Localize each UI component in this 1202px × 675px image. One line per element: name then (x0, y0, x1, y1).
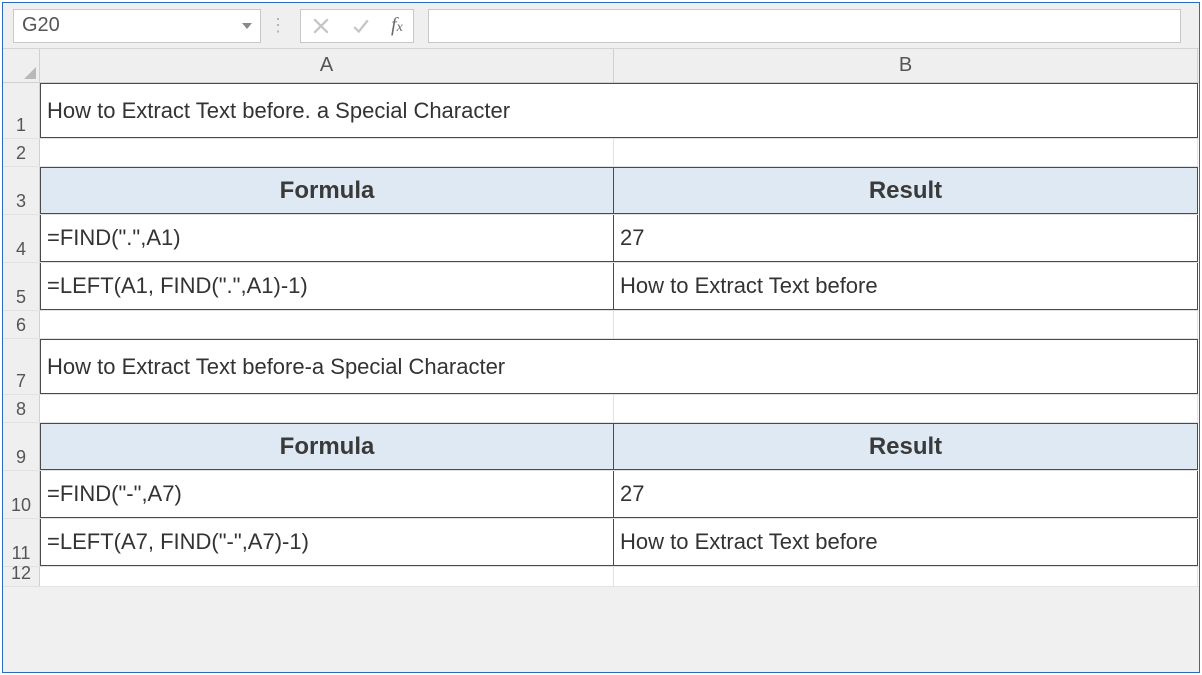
worksheet-grid: A B 1 How to Extract Text before. a Spec… (3, 49, 1199, 587)
drag-handle-icon[interactable]: ⋮ (269, 15, 286, 36)
row-header[interactable]: 2 (3, 139, 40, 166)
table-row: 8 (3, 395, 1199, 423)
cell[interactable] (40, 311, 614, 338)
name-box[interactable]: G20 (13, 9, 261, 43)
cell[interactable] (40, 567, 614, 586)
cell[interactable] (614, 395, 1198, 422)
cell-A5[interactable]: =LEFT(A1, FIND(".",A1)-1) (40, 263, 614, 310)
table-row: 2 (3, 139, 1199, 167)
row-header[interactable]: 8 (3, 395, 40, 422)
formula-toolbar: fx (300, 9, 414, 43)
row-header[interactable]: 5 (3, 263, 40, 310)
cell-B5[interactable]: How to Extract Text before (614, 263, 1198, 310)
header-formula[interactable]: Formula (40, 167, 614, 214)
header-formula-2[interactable]: Formula (40, 423, 614, 470)
cell-B10[interactable]: 27 (614, 471, 1198, 518)
header-result-2[interactable]: Result (614, 423, 1198, 470)
table-row: 3 Formula Result (3, 167, 1199, 215)
cancel-icon (311, 16, 331, 36)
table-row: 4 =FIND(".",A1) 27 (3, 215, 1199, 263)
table-row: 10 =FIND("-",A7) 27 (3, 471, 1199, 519)
row-header[interactable]: 7 (3, 339, 40, 394)
row-header[interactable]: 4 (3, 215, 40, 262)
row-header[interactable]: 9 (3, 423, 40, 470)
column-headers: A B (3, 49, 1199, 83)
table-row: 7 How to Extract Text before-a Special C… (3, 339, 1199, 395)
row-header[interactable]: 10 (3, 471, 40, 518)
chevron-down-icon[interactable] (242, 23, 252, 29)
table-row: 1 How to Extract Text before. a Special … (3, 83, 1199, 139)
cell[interactable] (40, 395, 614, 422)
column-header-A[interactable]: A (40, 49, 614, 82)
row-header[interactable]: 1 (3, 83, 40, 138)
cell[interactable] (614, 567, 1198, 586)
formula-input[interactable] (428, 9, 1181, 43)
table-row: 12 (3, 567, 1199, 587)
cell-A7-merged[interactable]: How to Extract Text before-a Special Cha… (40, 339, 1198, 394)
table-row: 9 Formula Result (3, 423, 1199, 471)
row-header[interactable]: 11 (3, 519, 40, 566)
fx-icon[interactable]: fx (391, 14, 403, 37)
name-box-value: G20 (22, 14, 242, 37)
cell-B4[interactable]: 27 (614, 215, 1198, 262)
row-header[interactable]: 3 (3, 167, 40, 214)
table-row: 11 =LEFT(A7, FIND("-",A7)-1) How to Extr… (3, 519, 1199, 567)
cell-A10[interactable]: =FIND("-",A7) (40, 471, 614, 518)
cell[interactable] (614, 139, 1198, 166)
select-all-corner[interactable] (3, 49, 40, 82)
table-row: 5 =LEFT(A1, FIND(".",A1)-1) How to Extra… (3, 263, 1199, 311)
table-row: 6 (3, 311, 1199, 339)
cell-B11[interactable]: How to Extract Text before (614, 519, 1198, 566)
excel-window: G20 ⋮ fx A B 1 How to Extract Text befor… (2, 2, 1200, 673)
column-header-B[interactable]: B (614, 49, 1198, 82)
row-header[interactable]: 6 (3, 311, 40, 338)
cell-A4[interactable]: =FIND(".",A1) (40, 215, 614, 262)
cell-A1-merged[interactable]: How to Extract Text before. a Special Ch… (40, 83, 1198, 138)
row-header[interactable]: 12 (3, 567, 40, 586)
enter-check-icon (351, 16, 371, 36)
cell[interactable] (40, 139, 614, 166)
formula-bar-row: G20 ⋮ fx (3, 3, 1199, 49)
cell[interactable] (614, 311, 1198, 338)
cell-A11[interactable]: =LEFT(A7, FIND("-",A7)-1) (40, 519, 614, 566)
header-result[interactable]: Result (614, 167, 1198, 214)
